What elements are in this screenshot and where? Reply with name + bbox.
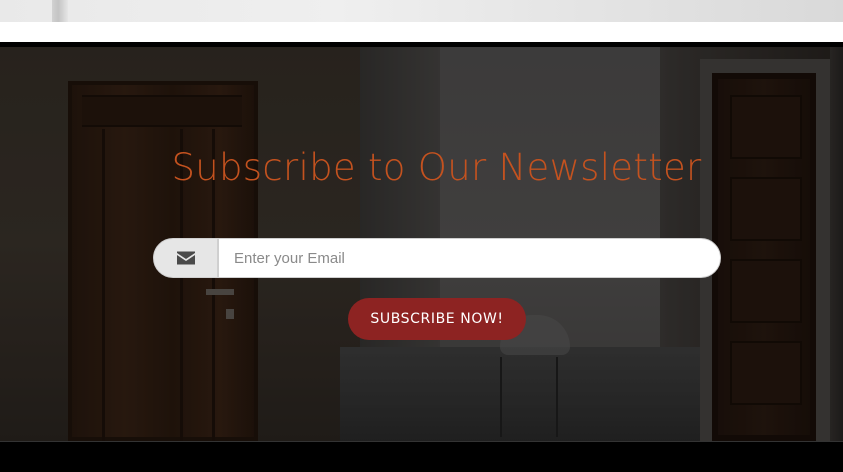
decorative-post xyxy=(52,0,68,22)
previous-section-strip xyxy=(0,0,843,22)
email-addon xyxy=(153,238,218,278)
envelope-icon xyxy=(176,251,195,265)
email-input[interactable] xyxy=(218,238,721,278)
section-gap xyxy=(0,22,843,42)
subscribe-button[interactable]: SUBSCRIBE NOW! xyxy=(348,298,526,340)
newsletter-title: Subscribe to Our Newsletter xyxy=(171,146,702,189)
footer-strip xyxy=(0,441,843,472)
email-input-group xyxy=(153,238,721,278)
